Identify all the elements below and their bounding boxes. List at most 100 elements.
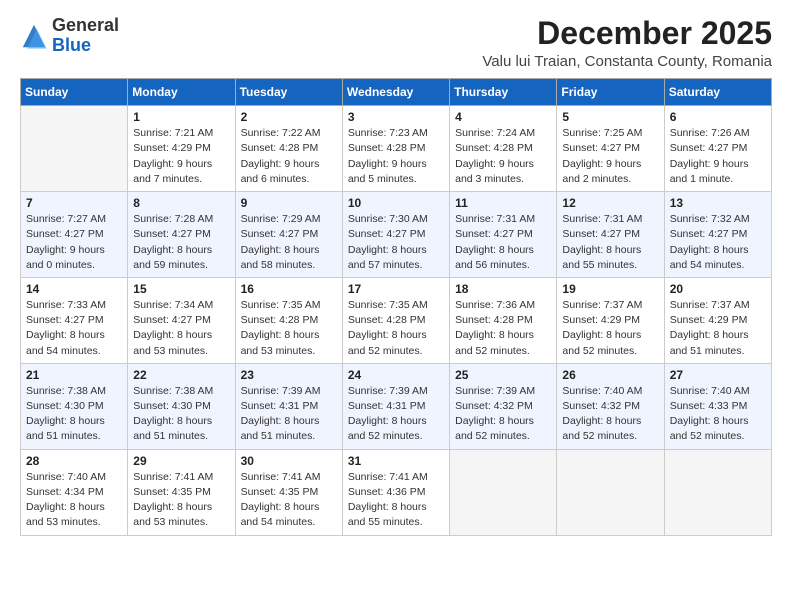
- calendar-cell: 15Sunrise: 7:34 AM Sunset: 4:27 PM Dayli…: [128, 277, 235, 363]
- calendar-cell: 9 Sunrise: 7:29 AM Sunset: 4:27 PM Daylig…: [235, 192, 342, 278]
- weekday-header-friday: Friday: [557, 79, 664, 106]
- weekday-header-wednesday: Wednesday: [342, 79, 449, 106]
- calendar-cell: 29 Sunrise: 7:41 AM Sunset: 4:35 PM Dayli…: [128, 449, 235, 535]
- calendar-cell: 27 Sunrise: 7:40 AM Sunset: 4:33 PM Dayli…: [664, 363, 771, 449]
- cell-sun-info: Sunrise: 7:35 AM Sunset: 4:28 PM Dayligh…: [241, 298, 337, 359]
- calendar-cell: 4 Sunrise: 7:24 AM Sunset: 4:28 PM Daylig…: [450, 106, 557, 192]
- calendar-cell: 7Sunrise: 7:27 AM Sunset: 4:27 PM Daylig…: [21, 192, 128, 278]
- month-title: December 2025: [482, 16, 772, 51]
- day-number: 26: [562, 368, 658, 382]
- day-number: 20: [670, 282, 766, 296]
- calendar-cell: 17Sunrise: 7:35 AM Sunset: 4:28 PM Dayli…: [342, 277, 449, 363]
- calendar-cell: 6 Sunrise: 7:26 AM Sunset: 4:27 PM Daylig…: [664, 106, 771, 192]
- calendar-cell: [557, 449, 664, 535]
- calendar-cell: 20Sunrise: 7:37 AM Sunset: 4:29 PM Dayli…: [664, 277, 771, 363]
- cell-sun-info: Sunrise: 7:25 AM Sunset: 4:27 PM Dayligh…: [562, 126, 658, 187]
- day-number: 6: [670, 110, 766, 124]
- title-block: December 2025 Valu lui Traian, Constanta…: [482, 16, 772, 70]
- weekday-header-saturday: Saturday: [664, 79, 771, 106]
- cell-sun-info: Sunrise: 7:22 AM Sunset: 4:28 PM Dayligh…: [241, 126, 337, 187]
- day-number: 31: [348, 454, 444, 468]
- calendar-week-row: 7Sunrise: 7:27 AM Sunset: 4:27 PM Daylig…: [21, 192, 772, 278]
- cell-sun-info: Sunrise: 7:41 AM Sunset: 4:35 PM Dayligh…: [133, 470, 229, 531]
- calendar-week-row: 21 Sunrise: 7:38 AM Sunset: 4:30 PM Dayli…: [21, 363, 772, 449]
- cell-sun-info: Sunrise: 7:39 AM Sunset: 4:32 PM Dayligh…: [455, 384, 551, 445]
- weekday-header-sunday: Sunday: [21, 79, 128, 106]
- cell-sun-info: Sunrise: 7:39 AM Sunset: 4:31 PM Dayligh…: [241, 384, 337, 445]
- calendar-cell: 2 Sunrise: 7:22 AM Sunset: 4:28 PM Daylig…: [235, 106, 342, 192]
- cell-sun-info: Sunrise: 7:33 AM Sunset: 4:27 PM Dayligh…: [26, 298, 122, 359]
- cell-sun-info: Sunrise: 7:32 AM Sunset: 4:27 PM Dayligh…: [670, 212, 766, 273]
- calendar-cell: 19Sunrise: 7:37 AM Sunset: 4:29 PM Dayli…: [557, 277, 664, 363]
- day-number: 24: [348, 368, 444, 382]
- cell-sun-info: Sunrise: 7:30 AM Sunset: 4:27 PM Dayligh…: [348, 212, 444, 273]
- weekday-header-row: SundayMondayTuesdayWednesdayThursdayFrid…: [21, 79, 772, 106]
- day-number: 8: [133, 196, 229, 210]
- calendar-table: SundayMondayTuesdayWednesdayThursdayFrid…: [20, 78, 772, 535]
- day-number: 5: [562, 110, 658, 124]
- calendar-cell: 16 Sunrise: 7:35 AM Sunset: 4:28 PM Dayli…: [235, 277, 342, 363]
- cell-sun-info: Sunrise: 7:28 AM Sunset: 4:27 PM Dayligh…: [133, 212, 229, 273]
- location-subtitle: Valu lui Traian, Constanta County, Roman…: [482, 53, 772, 70]
- calendar-cell: 5 Sunrise: 7:25 AM Sunset: 4:27 PM Daylig…: [557, 106, 664, 192]
- day-number: 4: [455, 110, 551, 124]
- calendar-cell: 28 Sunrise: 7:40 AM Sunset: 4:34 PM Dayli…: [21, 449, 128, 535]
- cell-sun-info: Sunrise: 7:40 AM Sunset: 4:33 PM Dayligh…: [670, 384, 766, 445]
- day-number: 11: [455, 196, 551, 210]
- day-number: 2: [241, 110, 337, 124]
- day-number: 28: [26, 454, 122, 468]
- day-number: 3: [348, 110, 444, 124]
- day-number: 21: [26, 368, 122, 382]
- cell-sun-info: Sunrise: 7:26 AM Sunset: 4:27 PM Dayligh…: [670, 126, 766, 187]
- day-number: 12: [562, 196, 658, 210]
- day-number: 22: [133, 368, 229, 382]
- calendar-cell: 12 Sunrise: 7:31 AM Sunset: 4:27 PM Dayli…: [557, 192, 664, 278]
- day-number: 14: [26, 282, 122, 296]
- weekday-header-tuesday: Tuesday: [235, 79, 342, 106]
- logo-general-text: General: [52, 15, 119, 35]
- cell-sun-info: Sunrise: 7:40 AM Sunset: 4:34 PM Dayligh…: [26, 470, 122, 531]
- cell-sun-info: Sunrise: 7:29 AM Sunset: 4:27 PM Dayligh…: [241, 212, 337, 273]
- cell-sun-info: Sunrise: 7:39 AM Sunset: 4:31 PM Dayligh…: [348, 384, 444, 445]
- cell-sun-info: Sunrise: 7:23 AM Sunset: 4:28 PM Dayligh…: [348, 126, 444, 187]
- calendar-cell: 18 Sunrise: 7:36 AM Sunset: 4:28 PM Dayli…: [450, 277, 557, 363]
- calendar-week-row: 14 Sunrise: 7:33 AM Sunset: 4:27 PM Dayli…: [21, 277, 772, 363]
- calendar-cell: [21, 106, 128, 192]
- calendar-cell: 10Sunrise: 7:30 AM Sunset: 4:27 PM Dayli…: [342, 192, 449, 278]
- day-number: 25: [455, 368, 551, 382]
- day-number: 29: [133, 454, 229, 468]
- logo-blue-text: Blue: [52, 35, 91, 55]
- cell-sun-info: Sunrise: 7:21 AM Sunset: 4:29 PM Dayligh…: [133, 126, 229, 187]
- cell-sun-info: Sunrise: 7:31 AM Sunset: 4:27 PM Dayligh…: [562, 212, 658, 273]
- day-number: 16: [241, 282, 337, 296]
- day-number: 15: [133, 282, 229, 296]
- cell-sun-info: Sunrise: 7:31 AM Sunset: 4:27 PM Dayligh…: [455, 212, 551, 273]
- day-number: 9: [241, 196, 337, 210]
- day-number: 27: [670, 368, 766, 382]
- calendar-cell: 23Sunrise: 7:39 AM Sunset: 4:31 PM Dayli…: [235, 363, 342, 449]
- day-number: 30: [241, 454, 337, 468]
- day-number: 13: [670, 196, 766, 210]
- calendar-cell: 1Sunrise: 7:21 AM Sunset: 4:29 PM Daylig…: [128, 106, 235, 192]
- weekday-header-thursday: Thursday: [450, 79, 557, 106]
- cell-sun-info: Sunrise: 7:41 AM Sunset: 4:36 PM Dayligh…: [348, 470, 444, 531]
- calendar-cell: 11 Sunrise: 7:31 AM Sunset: 4:27 PM Dayli…: [450, 192, 557, 278]
- cell-sun-info: Sunrise: 7:24 AM Sunset: 4:28 PM Dayligh…: [455, 126, 551, 187]
- day-number: 18: [455, 282, 551, 296]
- cell-sun-info: Sunrise: 7:36 AM Sunset: 4:28 PM Dayligh…: [455, 298, 551, 359]
- cell-sun-info: Sunrise: 7:41 AM Sunset: 4:35 PM Dayligh…: [241, 470, 337, 531]
- cell-sun-info: Sunrise: 7:38 AM Sunset: 4:30 PM Dayligh…: [26, 384, 122, 445]
- day-number: 19: [562, 282, 658, 296]
- logo-icon: [20, 22, 48, 50]
- calendar-cell: [664, 449, 771, 535]
- page-header: General Blue December 2025 Valu lui Trai…: [20, 16, 772, 70]
- calendar-cell: 22Sunrise: 7:38 AM Sunset: 4:30 PM Dayli…: [128, 363, 235, 449]
- calendar-cell: 21 Sunrise: 7:38 AM Sunset: 4:30 PM Dayli…: [21, 363, 128, 449]
- calendar-cell: 25 Sunrise: 7:39 AM Sunset: 4:32 PM Dayli…: [450, 363, 557, 449]
- calendar-week-row: 28 Sunrise: 7:40 AM Sunset: 4:34 PM Dayli…: [21, 449, 772, 535]
- day-number: 17: [348, 282, 444, 296]
- calendar-cell: 26Sunrise: 7:40 AM Sunset: 4:32 PM Dayli…: [557, 363, 664, 449]
- calendar-cell: [450, 449, 557, 535]
- calendar-cell: 8 Sunrise: 7:28 AM Sunset: 4:27 PM Daylig…: [128, 192, 235, 278]
- calendar-cell: 24 Sunrise: 7:39 AM Sunset: 4:31 PM Dayli…: [342, 363, 449, 449]
